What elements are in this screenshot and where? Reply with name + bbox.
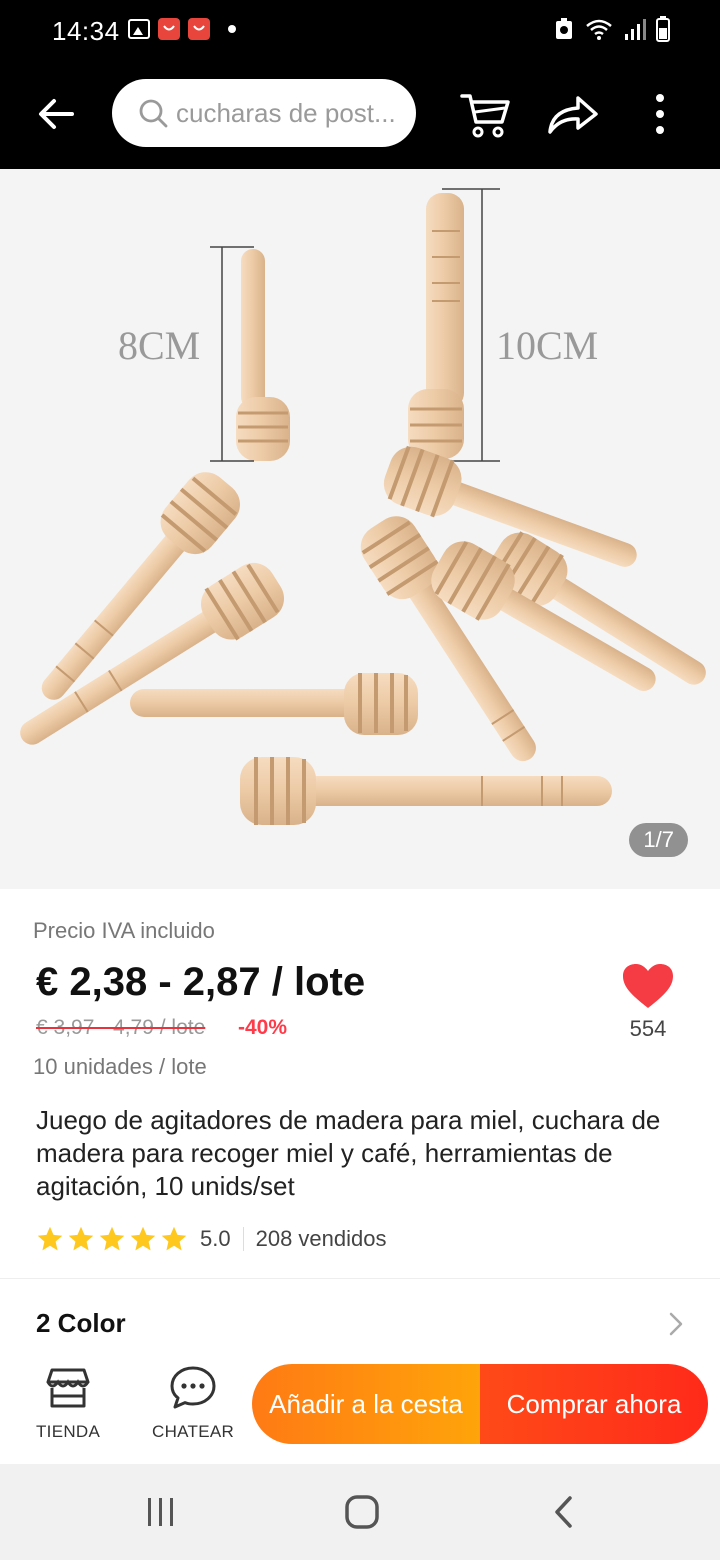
system-nav-bar: [0, 1464, 720, 1560]
dimension-label-long: 10CM: [496, 323, 598, 368]
more-notifications-dot-icon: [228, 25, 236, 33]
add-to-cart-button[interactable]: Añadir a la cesta: [252, 1364, 480, 1444]
color-option-row[interactable]: 2 Color: [36, 1308, 126, 1339]
dipper-upright-short: [236, 249, 290, 461]
signal-icon: [625, 19, 646, 40]
search-placeholder: cucharas de post...: [176, 97, 396, 128]
app-header: cucharas de post...: [0, 62, 720, 169]
divider: [242, 1227, 244, 1251]
system-status-icons: [554, 16, 670, 42]
bottom-action-bar: TIENDA CHATEAR Añadir a la cesta Comprar…: [0, 1354, 720, 1464]
gallery-notification-icon: [128, 19, 150, 39]
home-icon[interactable]: [344, 1494, 380, 1530]
back-arrow-icon: [39, 99, 74, 129]
recycle-icon: [556, 18, 572, 39]
wishlist-count: 554: [629, 1016, 667, 1041]
chat-button[interactable]: CHATEAR: [152, 1364, 234, 1442]
status-time: 14:34: [52, 16, 120, 46]
rating-stars: [36, 1225, 188, 1253]
rating-row[interactable]: 5.0 208 vendidos: [36, 1224, 386, 1254]
chat-icon: [170, 1366, 216, 1409]
section-divider: [0, 1278, 720, 1279]
price-note: Precio IVA incluido: [33, 918, 215, 943]
buy-now-button[interactable]: Comprar ahora: [480, 1364, 708, 1444]
share-icon: [548, 96, 598, 134]
chat-label: CHATEAR: [152, 1422, 235, 1441]
battery-icon: [656, 16, 670, 42]
star-icon: [161, 1226, 187, 1251]
share-button[interactable]: [544, 90, 600, 138]
notification-icons: [128, 18, 236, 40]
star-icon: [68, 1226, 94, 1251]
star-icon: [99, 1226, 125, 1251]
lot-units: 10 unidades / lote: [33, 1054, 207, 1079]
recents-icon[interactable]: [144, 1496, 178, 1528]
cart-button[interactable]: [458, 88, 512, 142]
search-input[interactable]: cucharas de post...: [112, 79, 416, 147]
nav-back-icon[interactable]: [552, 1494, 576, 1530]
aliexpress-notification-icon: [158, 18, 180, 40]
sold-count: 208 vendidos: [255, 1226, 387, 1251]
product-title: Juego de agitadores de madera para miel,…: [36, 1105, 661, 1201]
price: € 2,38 - 2,87 / lote: [36, 960, 366, 1004]
store-label: TIENDA: [36, 1422, 101, 1441]
store-icon: [46, 1368, 90, 1408]
rating-value: 5.0: [200, 1226, 231, 1251]
back-button[interactable]: [34, 92, 78, 136]
wishlist-button[interactable]: [620, 962, 676, 1012]
discount-badge: -40%: [238, 1016, 288, 1039]
search-icon: [139, 99, 168, 128]
dipper-upright-long: [408, 193, 464, 459]
star-icon: [37, 1226, 63, 1251]
dipper-3: [130, 673, 418, 735]
chevron-right-icon[interactable]: [666, 1310, 686, 1338]
image-counter: 1/7: [629, 823, 688, 857]
aliexpress-notification-icon: [188, 18, 210, 40]
dimension-label-short: 8CM: [118, 323, 200, 368]
original-price: € 3,97 - 4,79 / lote: [36, 1016, 206, 1039]
product-image: 8CM 10CM: [20, 188, 706, 825]
star-icon: [130, 1226, 156, 1251]
wifi-icon: [586, 19, 612, 40]
dipper-5: [240, 757, 612, 825]
more-options-button[interactable]: [648, 92, 672, 136]
store-button[interactable]: TIENDA: [36, 1364, 100, 1442]
product-image-gallery[interactable]: 8CM 10CM 1/7: [0, 169, 720, 889]
status-bar: 14:34: [0, 0, 720, 62]
heart-icon: [623, 964, 673, 1008]
more-vertical-icon: [656, 94, 664, 134]
cart-icon: [460, 94, 510, 138]
